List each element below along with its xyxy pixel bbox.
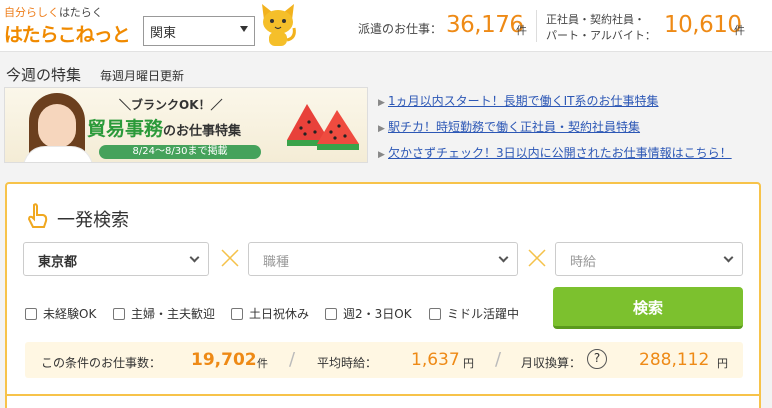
regular-jobs-label-line2: パート・アルバイト： — [546, 29, 656, 42]
checkbox-label: 週2・3日OK — [343, 307, 412, 321]
monthly-income-unit: 円 — [717, 357, 728, 370]
prefecture-value: 東京都 — [38, 255, 78, 270]
site-logo[interactable]: 自分らしくはたらく はたらこねっと — [4, 4, 142, 48]
cross-icon — [528, 249, 546, 267]
arrow-right-icon: ▶ — [378, 98, 385, 108]
feature-link-3-text: 欠かさずチェック！3日以内に公開されたお仕事情報はこちら！ — [388, 146, 732, 160]
logo-tagline-suffix: はたらく — [59, 6, 103, 19]
checkbox-box[interactable] — [429, 308, 441, 320]
banner-headline: 貿易事務のお仕事特集 — [87, 114, 241, 141]
wage-select[interactable]: 時給 — [555, 242, 743, 276]
region-value: 関東 — [150, 26, 177, 41]
checkbox-label: ミドル活躍中 — [447, 307, 520, 321]
search-summary: この条件のお仕事数： 19,702 件 / 平均時給： 1,637 円 / 月収… — [25, 342, 743, 378]
prefecture-select[interactable]: 東京都 — [23, 242, 209, 276]
checkbox-label: 主婦・主夫歓迎 — [131, 307, 216, 321]
header-divider — [536, 10, 537, 42]
avg-wage-label: 平均時給： — [317, 356, 378, 370]
weekly-feature-subtitle: 毎週月曜日更新 — [100, 69, 185, 83]
banner-person-face — [38, 104, 76, 148]
monthly-income-label: 月収換算： — [521, 356, 582, 370]
region-select[interactable]: 関東 — [143, 16, 255, 46]
logo-tagline-prefix: 自分らしく — [4, 6, 59, 19]
banner-headline-main: 貿易事務 — [87, 118, 164, 140]
site-header: 自分らしくはたらく はたらこねっと 関東 派遣のお仕事： 36,176 件 正社… — [0, 0, 772, 52]
chevron-down-icon — [498, 252, 509, 263]
chevron-down-icon — [189, 252, 200, 263]
regular-jobs-label-line1: 正社員・契約社員・ — [546, 13, 645, 26]
feature-link-3[interactable]: ▶ 欠かさずチェック！3日以内に公開されたお仕事情報はこちら！ — [378, 144, 732, 161]
checkbox-label: 未経験OK — [43, 307, 97, 321]
avg-wage-value: 1,637 — [411, 350, 460, 370]
banner-person-body — [23, 146, 93, 162]
banner-dates: 8/24～8/30まで掲載 — [99, 145, 261, 159]
checkbox-no-experience[interactable]: 未経験OK — [25, 305, 96, 322]
checkbox-box[interactable] — [325, 308, 337, 320]
wage-placeholder: 時給 — [570, 255, 597, 270]
quick-search-title: 一発検索 — [57, 210, 129, 231]
dispatch-jobs-unit: 件 — [516, 24, 527, 37]
quick-search-panel: 一発検索 東京都 職種 時給 未経験OK 主婦・主夫歓迎 土日祝休み 週2・3日… — [5, 182, 761, 408]
regular-jobs-count: 10,610 — [664, 12, 742, 38]
panel-divider — [7, 394, 759, 396]
feature-link-1[interactable]: ▶ 1ヵ月以内スタート！長期で働くIT系のお仕事特集 — [378, 92, 659, 109]
regular-jobs-unit: 件 — [734, 24, 745, 37]
checkbox-box[interactable] — [113, 308, 125, 320]
job-count-value: 19,702 — [191, 350, 257, 370]
summary-separator: / — [495, 349, 502, 370]
cat-mascot-icon — [262, 4, 296, 46]
checkbox-2-3-days[interactable]: 週2・3日OK — [325, 305, 412, 322]
chevron-down-icon — [240, 26, 248, 32]
feature-link-2[interactable]: ▶ 駅チカ！時短勤務で働く正社員・契約社員特集 — [378, 118, 640, 135]
pointing-hand-icon — [27, 203, 48, 228]
arrow-right-icon: ▶ — [378, 124, 385, 134]
checkbox-box[interactable] — [25, 308, 37, 320]
cross-icon — [221, 249, 239, 267]
logo-name: はたらこねっと — [4, 24, 131, 46]
checkbox-box[interactable] — [231, 308, 243, 320]
weekly-feature-title: 今週の特集 — [6, 66, 82, 84]
arrow-right-icon: ▶ — [378, 150, 385, 160]
checkbox-homemaker[interactable]: 主婦・主夫歓迎 — [113, 305, 215, 322]
feature-banner[interactable]: ＼ブランクOK！／ 貿易事務のお仕事特集 8/24～8/30まで掲載 — [4, 87, 368, 163]
dispatch-jobs-label: 派遣のお仕事： — [358, 22, 443, 36]
watermelon-icon — [287, 104, 359, 150]
checkbox-weekends-off[interactable]: 土日祝休み — [231, 305, 309, 322]
job-type-select[interactable]: 職種 — [248, 242, 518, 276]
banner-tag: ＼ブランクOK！／ — [119, 98, 223, 112]
chevron-down-icon — [723, 252, 734, 263]
dispatch-jobs-count: 36,176 — [446, 12, 524, 38]
checkbox-middle-age[interactable]: ミドル活躍中 — [429, 305, 519, 322]
job-count-label: この条件のお仕事数： — [41, 356, 162, 370]
help-icon[interactable]: ? — [587, 349, 607, 369]
job-count-unit: 件 — [257, 357, 268, 370]
banner-headline-suffix: のお仕事特集 — [163, 124, 242, 139]
summary-separator: / — [289, 349, 296, 370]
checkbox-label: 土日祝休み — [249, 307, 310, 321]
avg-wage-unit: 円 — [463, 357, 474, 370]
logo-tagline: 自分らしくはたらく — [4, 4, 103, 20]
search-button[interactable]: 検索 — [553, 287, 743, 329]
job-type-placeholder: 職種 — [263, 255, 290, 270]
feature-link-1-text: 1ヵ月以内スタート！長期で働くIT系のお仕事特集 — [388, 94, 659, 108]
feature-link-2-text: 駅チカ！時短勤務で働く正社員・契約社員特集 — [388, 120, 641, 134]
monthly-income-value: 288,112 — [639, 350, 710, 370]
